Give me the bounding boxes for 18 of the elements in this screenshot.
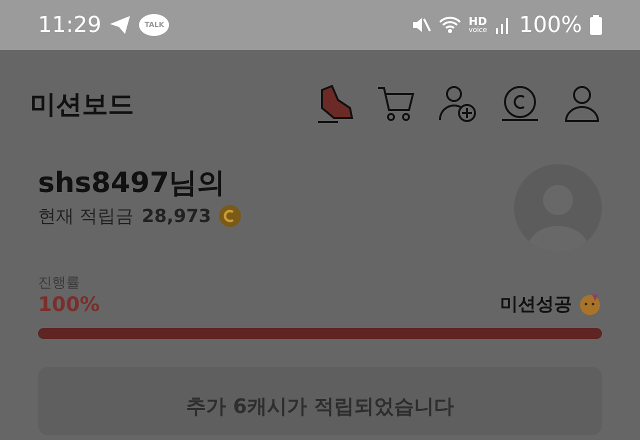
cart-icon[interactable]: [376, 84, 416, 124]
battery-icon: [590, 15, 602, 35]
add-user-icon[interactable]: [438, 84, 478, 124]
party-face-icon: [578, 292, 602, 316]
clock: 11:29: [38, 12, 102, 38]
progress-percent: 100%: [38, 292, 100, 316]
coin-icon: [219, 205, 242, 227]
mute-icon: [410, 15, 431, 35]
user-icon[interactable]: [562, 84, 602, 124]
balance-label: 현재 적립금: [38, 205, 134, 228]
battery-percent: 100%: [519, 12, 582, 38]
paper-plane-icon: [109, 15, 132, 35]
page-title: 미션보드: [30, 88, 134, 122]
balance-amount: 28,973: [142, 206, 212, 226]
wifi-icon: [438, 16, 461, 34]
mission-status: 미션성공: [500, 293, 572, 316]
coin-icon[interactable]: [500, 84, 540, 124]
greeting: shs8497님의: [38, 165, 226, 201]
